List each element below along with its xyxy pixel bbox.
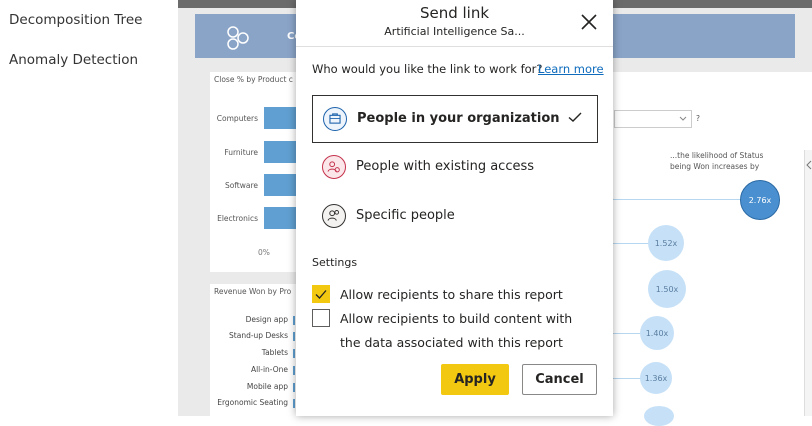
specific-people-icon xyxy=(322,204,346,228)
close-chart-bar[interactable] xyxy=(264,107,298,129)
close-chart-bar[interactable] xyxy=(264,141,298,163)
help-question-mark[interactable]: ? xyxy=(696,113,700,124)
influencer-bubble[interactable]: 1.50x xyxy=(648,270,686,308)
option-label: People in your organization xyxy=(357,111,560,126)
connector-line xyxy=(613,199,741,200)
filter-dropdown[interactable] xyxy=(614,110,692,128)
close-chart-bar[interactable] xyxy=(264,174,298,196)
revenue-chart-category: Ergonomic Seating xyxy=(217,398,288,407)
revenue-chart-bar[interactable] xyxy=(293,399,295,408)
cancel-button[interactable]: Cancel xyxy=(522,364,597,395)
option-people-in-organization[interactable]: People in your organization xyxy=(312,95,598,143)
revenue-chart-bar[interactable] xyxy=(293,316,295,325)
revenue-chart-category: All-in-One xyxy=(250,365,288,374)
influencer-bubble[interactable]: 1.52x xyxy=(648,225,684,261)
close-chart-bar[interactable] xyxy=(264,207,298,229)
option-specific-people[interactable]: Specific people xyxy=(312,193,598,241)
revenue-chart-category: Stand-up Desks xyxy=(229,331,288,340)
organization-icon xyxy=(323,107,347,131)
link-audience-question: Who would you like the link to work for? xyxy=(312,62,543,76)
revenue-chart-title: Revenue Won by Pro xyxy=(214,287,292,296)
revenue-chart-bar[interactable] xyxy=(293,383,295,392)
revenue-chart-bar[interactable] xyxy=(293,366,295,375)
share-checkbox[interactable] xyxy=(312,285,330,303)
setting-allow-share[interactable]: Allow recipients to share this report xyxy=(312,285,602,307)
setting-label: Allow recipients to build content with t… xyxy=(340,311,573,350)
influencer-bubble[interactable]: 1.36x xyxy=(640,362,672,394)
learn-more-link[interactable]: Learn more xyxy=(538,62,604,76)
nav-item-decomposition-tree[interactable]: Decomposition Tree xyxy=(9,12,142,28)
existing-access-people-icon xyxy=(322,155,346,179)
hexagon-logo-icon xyxy=(227,26,249,50)
revenue-chart-category: Design app xyxy=(245,315,288,324)
header-separator xyxy=(296,46,613,47)
revenue-chart-category: Tablets xyxy=(261,348,288,357)
influencer-bubble-partial[interactable] xyxy=(644,406,674,426)
close-chart-category: Computers xyxy=(216,114,258,123)
close-icon[interactable] xyxy=(578,11,600,33)
left-nav: Decomposition Tree Anomaly Detection xyxy=(0,0,178,416)
influencer-bubble[interactable]: 1.40x xyxy=(640,316,674,350)
revenue-chart-card[interactable]: Revenue Won by Pro Design app Stand-up D… xyxy=(210,284,298,416)
influencer-bubble-main[interactable]: 2.76x xyxy=(740,180,780,220)
setting-allow-build[interactable]: Allow recipients to build content with t… xyxy=(312,309,602,357)
close-chart-axis-label: 0% xyxy=(258,248,270,257)
apply-button[interactable]: Apply xyxy=(441,364,509,395)
revenue-chart-bar[interactable] xyxy=(293,332,295,341)
close-chart-category: Software xyxy=(224,181,258,190)
dialog-subtitle: Artificial Intelligence Sa... xyxy=(384,25,525,38)
insight-text-line-2: being Won increases by xyxy=(670,162,760,171)
close-chart-card[interactable]: Close % by Product c Computers Furniture… xyxy=(210,72,298,272)
revenue-chart-bar[interactable] xyxy=(293,349,295,358)
revenue-chart-category: Mobile app xyxy=(246,382,288,391)
chevron-down-icon xyxy=(679,116,687,121)
option-people-with-existing-access[interactable]: People with existing access xyxy=(312,144,598,192)
close-chart-category: Electronics xyxy=(217,214,258,223)
nav-item-anomaly-detection[interactable]: Anomaly Detection xyxy=(9,52,138,68)
checkmark-icon xyxy=(568,112,582,122)
right-scroll-panel[interactable] xyxy=(804,150,812,416)
connector-line xyxy=(613,333,643,334)
connector-line xyxy=(613,378,643,379)
close-chart-category: Furniture xyxy=(224,148,258,157)
close-chart-title: Close % by Product c xyxy=(214,75,293,84)
settings-heading: Settings xyxy=(312,256,358,269)
connector-line xyxy=(613,243,651,244)
checkbox-check-icon xyxy=(315,290,327,299)
setting-label: Allow recipients to share this report xyxy=(340,287,563,302)
build-checkbox[interactable] xyxy=(312,309,330,327)
insight-text-line-1: ...the likelihood of Status xyxy=(670,151,764,160)
chevron-left-icon xyxy=(806,160,812,170)
send-link-dialog: Send link Artificial Intelligence Sa... … xyxy=(296,0,613,416)
dialog-title: Send link xyxy=(419,4,490,22)
option-label: Specific people xyxy=(356,208,455,223)
option-label: People with existing access xyxy=(356,159,535,174)
